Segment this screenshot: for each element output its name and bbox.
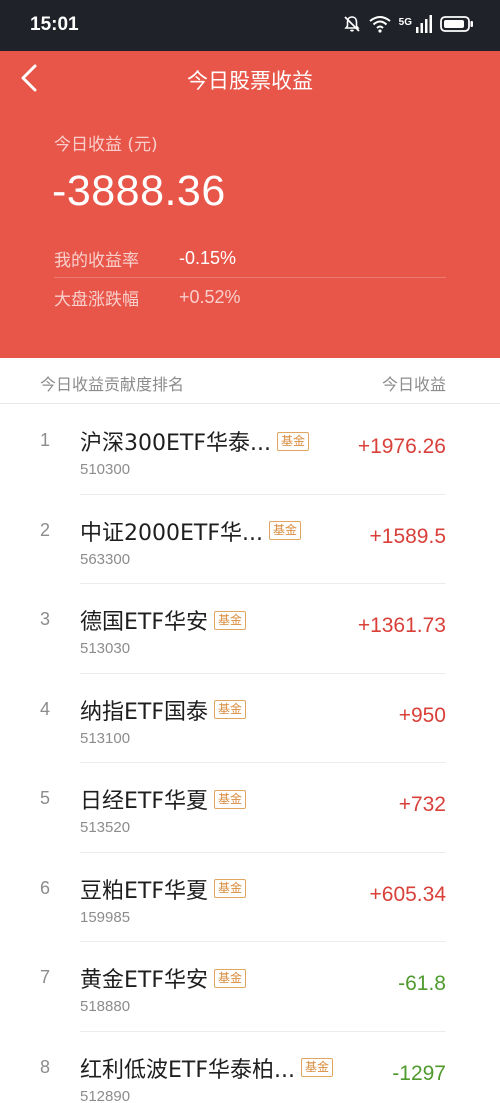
list-item[interactable]: 6 豆粕ETF华夏 基金 159985 +605.34 bbox=[0, 853, 500, 942]
rank-number: 3 bbox=[40, 609, 51, 629]
fund-name-line: 黄金ETF华安 基金 bbox=[80, 962, 247, 994]
fund-name-line: 红利低波ETF华泰柏... 基金 bbox=[80, 1052, 333, 1084]
fund-badge: 基金 bbox=[268, 521, 301, 540]
mute-bell-icon bbox=[343, 15, 361, 37]
fund-earnings: -1297 bbox=[392, 1061, 446, 1085]
ranking-title: 今日收益贡献度排名 bbox=[40, 375, 185, 394]
list-item[interactable]: 8 红利低波ETF华泰柏... 基金 512890 -1297 bbox=[0, 1032, 500, 1103]
fund-badge: 基金 bbox=[276, 431, 309, 451]
fund-name: 德国ETF华安 bbox=[80, 610, 208, 635]
fund-code: 513520 bbox=[80, 819, 131, 836]
fund-badge: 基金 bbox=[300, 1058, 333, 1077]
list-item[interactable]: 5 日经ETF华夏 基金 513520 +732 bbox=[0, 763, 500, 853]
fund-name: 日经ETF华夏 bbox=[80, 789, 208, 814]
fund-earnings: +732 bbox=[398, 793, 446, 816]
rank-number: 2 bbox=[40, 519, 51, 540]
rank-number: 5 bbox=[40, 788, 51, 808]
rank-number: 1 bbox=[40, 430, 51, 450]
fund-badge: 基金 bbox=[214, 879, 247, 898]
earnings-header: 今日股票收益 今日收益 (元) -3888.36 我的收益率 -0.15% 大盘… bbox=[0, 51, 500, 358]
wifi-icon bbox=[369, 15, 391, 37]
fund-badge: 基金 bbox=[214, 789, 247, 809]
fund-earnings: -61.8 bbox=[398, 972, 446, 995]
market-change-value: +0.52% bbox=[179, 287, 241, 307]
fund-name: 黄金ETF华安 bbox=[80, 968, 208, 993]
fund-name: 中证2000ETF华... bbox=[80, 520, 263, 546]
my-return-rate-value: -0.15% bbox=[179, 247, 237, 268]
fund-badge: 基金 bbox=[214, 700, 247, 719]
market-change-label: 大盘涨跌幅 bbox=[54, 290, 139, 310]
fund-name-line: 德国ETF华安 基金 bbox=[80, 604, 247, 636]
market-change-row: 大盘涨跌幅 +0.52% bbox=[54, 278, 446, 317]
status-icons: 5G bbox=[343, 15, 474, 37]
fund-name: 纳指ETF国泰 bbox=[80, 699, 208, 725]
fund-name-line: 日经ETF华夏 基金 bbox=[80, 783, 247, 815]
fund-earnings: +950 bbox=[398, 703, 446, 727]
today-earnings-label: 今日收益 (元) bbox=[54, 135, 158, 155]
fund-code: 518880 bbox=[80, 998, 131, 1015]
today-earnings-value: -3888.36 bbox=[52, 167, 226, 215]
fund-earnings: +1589.5 bbox=[369, 524, 447, 548]
my-return-rate-row: 我的收益率 -0.15% bbox=[54, 239, 446, 278]
fund-code: 513030 bbox=[80, 640, 131, 657]
list-item[interactable]: 4 纳指ETF国泰 基金 513100 +950 bbox=[0, 674, 500, 763]
fund-earnings: +1361.73 bbox=[357, 614, 446, 637]
status-bar: 15:01 5G bbox=[0, 0, 500, 51]
ranking-header: 今日收益贡献度排名 今日收益 bbox=[0, 358, 500, 404]
status-time: 15:01 bbox=[30, 14, 79, 35]
fund-code: 512890 bbox=[80, 1087, 131, 1103]
fund-name: 沪深300ETF华泰... bbox=[80, 431, 271, 456]
rank-number: 8 bbox=[40, 1056, 51, 1077]
fund-badge: 基金 bbox=[214, 968, 247, 988]
fund-code: 510300 bbox=[80, 461, 131, 478]
fund-name-line: 纳指ETF国泰 基金 bbox=[80, 694, 247, 726]
fund-name-line: 豆粕ETF华夏 基金 bbox=[80, 873, 247, 905]
fund-code: 159985 bbox=[80, 908, 131, 926]
fund-name-line: 中证2000ETF华... 基金 bbox=[80, 515, 301, 547]
network-type: 5G bbox=[398, 17, 412, 28]
battery-icon bbox=[440, 15, 474, 37]
rank-number: 6 bbox=[40, 877, 51, 898]
signal-icon bbox=[416, 15, 432, 37]
fund-badge: 基金 bbox=[214, 610, 247, 630]
page-title: 今日股票收益 bbox=[187, 69, 313, 93]
fund-name: 豆粕ETF华夏 bbox=[80, 878, 208, 904]
list-item[interactable]: 7 黄金ETF华安 基金 518880 -61.8 bbox=[0, 942, 500, 1032]
list-item[interactable]: 2 中证2000ETF华... 基金 563300 +1589.5 bbox=[0, 495, 500, 584]
fund-code: 563300 bbox=[80, 550, 131, 568]
ranking-list: 1 沪深300ETF华泰... 基金 510300 +1976.26 2 中证2000ETF… bbox=[0, 405, 500, 1103]
rank-number: 7 bbox=[40, 967, 51, 987]
fund-name: 红利低波ETF华泰柏... bbox=[80, 1057, 295, 1083]
fund-earnings: +1976.26 bbox=[357, 435, 446, 458]
list-item[interactable]: 3 德国ETF华安 基金 513030 +1361.73 bbox=[0, 584, 500, 674]
rank-number: 4 bbox=[40, 698, 51, 719]
fund-code: 513100 bbox=[80, 729, 131, 747]
fund-name-line: 沪深300ETF华泰... 基金 bbox=[80, 425, 309, 457]
earnings-column-title: 今日收益 bbox=[381, 375, 446, 394]
my-return-rate-label: 我的收益率 bbox=[54, 250, 139, 271]
list-item[interactable]: 1 沪深300ETF华泰... 基金 510300 +1976.26 bbox=[0, 405, 500, 495]
fund-earnings: +605.34 bbox=[369, 882, 447, 906]
